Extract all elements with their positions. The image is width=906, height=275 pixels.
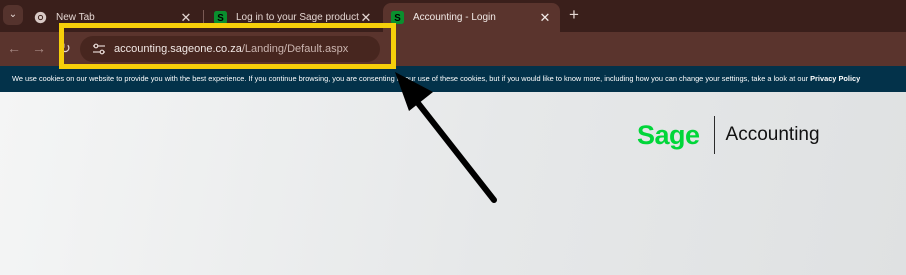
tab-separator (203, 10, 204, 24)
url-highlight-box (59, 23, 396, 69)
brand-divider (713, 116, 715, 154)
tab-accounting-login[interactable]: S Accounting - Login ✕ (383, 3, 560, 32)
product-name: Accounting (725, 124, 820, 145)
chevron-down-icon: ⌄ (8, 9, 18, 20)
back-arrow-icon[interactable]: ← (6, 40, 22, 56)
tab-title: Log in to your Sage product | S (236, 12, 359, 23)
forward-arrow-icon[interactable]: → (31, 40, 47, 56)
privacy-policy-link[interactable]: Privacy Policy (810, 74, 860, 83)
cookie-banner-text: We use cookies on our website to provide… (12, 74, 811, 83)
brand-header: Sage Accounting (637, 115, 820, 155)
tab-title: Accounting - Login (413, 12, 496, 23)
close-icon[interactable]: ✕ (538, 10, 552, 26)
cookie-banner: We use cookies on our website to provide… (0, 66, 906, 92)
sage-logo: Sage (637, 120, 700, 150)
new-tab-button[interactable]: + (565, 5, 583, 25)
chrome-icon (34, 11, 47, 24)
tab-search-button[interactable]: ⌄ (3, 5, 23, 25)
tab-title: New Tab (56, 12, 95, 23)
